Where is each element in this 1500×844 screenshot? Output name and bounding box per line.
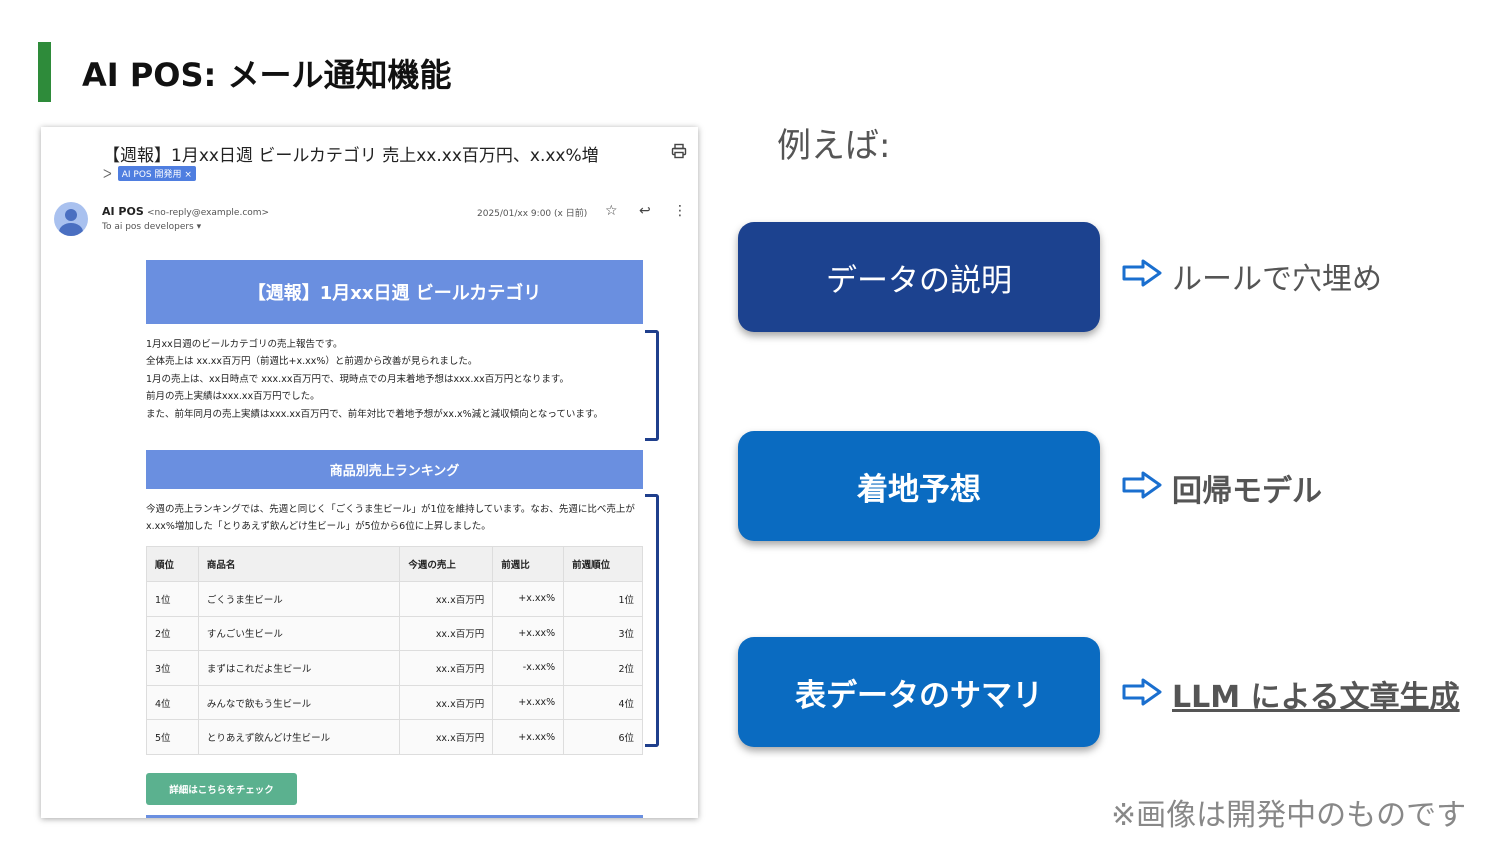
table-row: 3位 まずはこれだよ生ビール xx.x百万円 -x.xx% 2位 bbox=[146, 650, 643, 686]
table-header-row: 順位 商品名 今週の売上 前週比 前週順位 bbox=[146, 546, 643, 582]
arrow-right-icon bbox=[1122, 471, 1162, 499]
cell-product: すんごい生ビール bbox=[197, 615, 401, 652]
sender: AI POS <no-reply@example.com> bbox=[102, 205, 269, 218]
cell-prev-rank: 6位 bbox=[563, 719, 643, 755]
print-icon[interactable] bbox=[671, 143, 687, 159]
cell-rank: 2位 bbox=[146, 615, 199, 652]
ranking-section-title: 商品別売上ランキング bbox=[146, 450, 643, 489]
arrow-right-icon bbox=[1122, 259, 1162, 287]
result-rule-fill: ルールで穴埋め bbox=[1172, 262, 1382, 297]
email-subject: 【週報】1月xx日週 ビールカテゴリ 売上xx.xx百万円、x.xx%増 bbox=[103, 146, 599, 166]
avatar bbox=[54, 202, 88, 236]
summary-line: また、前年同月の売上実績はxxx.xx百万円で、前年対比で着地予想がxx.x%減… bbox=[146, 408, 603, 420]
email-preview: 【週報】1月xx日週 ビールカテゴリ 売上xx.xx百万円、x.xx%増 ᐳ A… bbox=[41, 127, 698, 818]
mail-header-title: 【週報】1月xx日週 ビールカテゴリ bbox=[146, 260, 643, 324]
slide-title: AI POS: メール通知機能 bbox=[82, 56, 452, 94]
examples-heading: 例えば: bbox=[777, 126, 891, 166]
label-tag[interactable]: AI POS 開発用 × bbox=[117, 166, 196, 181]
table-row: 5位 とりあえず飲んどけ生ビール xx.x百万円 +x.xx% 6位 bbox=[146, 719, 643, 755]
cell-change: -x.xx% bbox=[492, 650, 565, 686]
cell-sales: xx.x百万円 bbox=[399, 615, 494, 652]
cell-prev-rank: 3位 bbox=[563, 615, 643, 652]
cell-product: みんなで飲もう生ビール bbox=[197, 684, 401, 721]
summary-line: 前月の売上実績はxxx.xx百万円でした。 bbox=[146, 391, 320, 403]
summary-line: 全体売上は xx.xx百万円（前週比+x.xx%）と前週から改善が見られました。 bbox=[146, 356, 478, 368]
email-date: 2025/01/xx 9:00 (x 日前) bbox=[477, 209, 588, 219]
summary-line: 1月の売上は、xx日時点で xxx.xx百万円で、現時点での月末着地予想はxxx… bbox=[146, 373, 569, 385]
col-product-header: 商品名 bbox=[197, 546, 401, 582]
star-icon[interactable]: ☆ bbox=[605, 203, 618, 219]
reply-icon[interactable]: ↩ bbox=[639, 203, 651, 219]
col-change-header: 前週比 bbox=[492, 546, 565, 582]
cell-prev-rank: 2位 bbox=[563, 650, 643, 686]
cell-change: +x.xx% bbox=[492, 684, 565, 721]
title-accent-bar bbox=[38, 42, 51, 102]
cell-rank: 4位 bbox=[146, 684, 199, 721]
development-note: ※画像は開発中のものです bbox=[1111, 798, 1467, 833]
summary-paragraph: 1月xx日週のビールカテゴリの売上報告です。 全体売上は xx.xx百万円（前週… bbox=[146, 336, 646, 423]
recipient-dropdown[interactable]: To ai pos developers ▾ bbox=[102, 222, 201, 232]
label-row: ᐳ AI POS 開発用 × bbox=[103, 166, 196, 181]
table-row: 1位 ごくうま生ビール xx.x百万円 +x.xx% 1位 bbox=[146, 581, 643, 617]
footer-strip bbox=[146, 815, 643, 818]
label-arrow-icon: ᐳ bbox=[103, 166, 112, 181]
ranking-bracket bbox=[645, 494, 659, 747]
ranking-table: 順位 商品名 今週の売上 前週比 前週順位 1位 ごくうま生ビール xx.x百万… bbox=[146, 546, 643, 755]
cell-change: +x.xx% bbox=[492, 581, 565, 617]
cell-sales: xx.x百万円 bbox=[399, 684, 494, 721]
cell-sales: xx.x百万円 bbox=[399, 719, 494, 755]
cell-rank: 5位 bbox=[146, 719, 199, 755]
sender-name: AI POS bbox=[102, 205, 144, 218]
feature-box-table-summary: 表データのサマリ bbox=[738, 637, 1100, 747]
feature-box-landing-forecast: 着地予想 bbox=[738, 431, 1100, 541]
ranking-paragraph: 今週の売上ランキングでは、先週と同じく「ごくうま生ビール」が1位を維持しています… bbox=[146, 504, 635, 533]
col-sales-header: 今週の売上 bbox=[399, 546, 494, 582]
more-icon[interactable]: ⋮ bbox=[673, 203, 687, 219]
cell-rank: 1位 bbox=[146, 581, 199, 617]
summary-line: 1月xx日週のビールカテゴリの売上報告です。 bbox=[146, 339, 343, 350]
table-row: 4位 みんなで飲もう生ビール xx.x百万円 +x.xx% 4位 bbox=[146, 684, 643, 721]
cell-prev-rank: 4位 bbox=[563, 684, 643, 721]
cell-change: +x.xx% bbox=[492, 615, 565, 652]
feature-box-data-description: データの説明 bbox=[738, 222, 1100, 332]
result-llm-generation-link[interactable]: LLM による文章生成 bbox=[1172, 672, 1460, 716]
summary-bracket bbox=[645, 330, 659, 441]
cell-rank: 3位 bbox=[146, 650, 199, 686]
cell-product: まずはこれだよ生ビール bbox=[197, 650, 401, 686]
sender-address: <no-reply@example.com> bbox=[146, 208, 270, 218]
cell-sales: xx.x百万円 bbox=[399, 650, 494, 686]
cell-sales: xx.x百万円 bbox=[399, 581, 494, 617]
check-details-button[interactable]: 詳細はこちらをチェック bbox=[146, 773, 297, 805]
cell-change: +x.xx% bbox=[492, 719, 565, 755]
col-prev-rank-header: 前週順位 bbox=[563, 546, 643, 582]
table-row: 2位 すんごい生ビール xx.x百万円 +x.xx% 3位 bbox=[146, 615, 643, 652]
cell-product: ごくうま生ビール bbox=[197, 581, 401, 617]
cell-product: とりあえず飲んどけ生ビール bbox=[197, 719, 401, 755]
arrow-right-icon bbox=[1122, 678, 1162, 706]
cell-prev-rank: 1位 bbox=[563, 581, 643, 617]
col-rank-header: 順位 bbox=[146, 546, 199, 582]
result-regression-model: 回帰モデル bbox=[1172, 474, 1322, 509]
